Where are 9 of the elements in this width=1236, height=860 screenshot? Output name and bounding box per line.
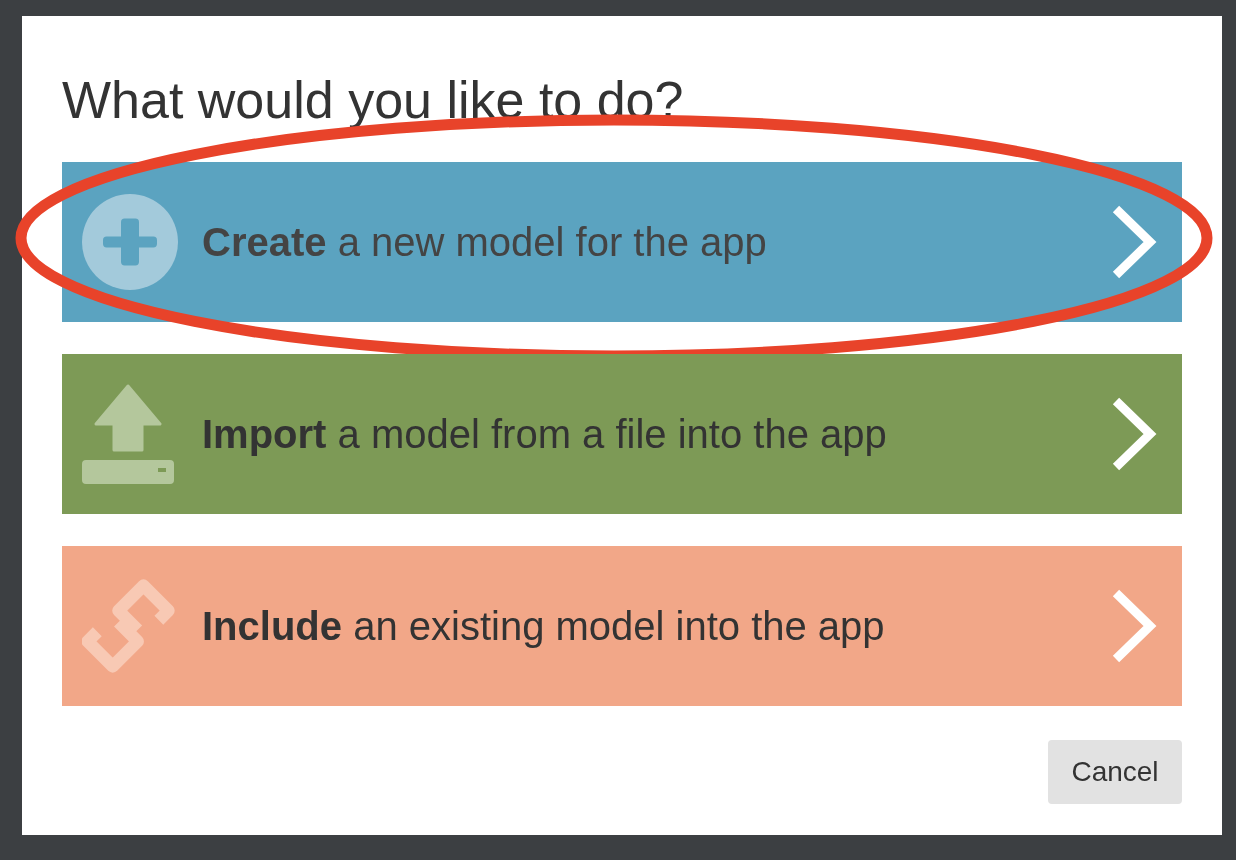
- link-icon: [82, 576, 178, 676]
- option-button[interactable]: Include an existing model into the app: [62, 546, 1182, 706]
- option-button[interactable]: Create a new model for the app: [62, 162, 1182, 322]
- chevron-right-icon: [1110, 587, 1158, 665]
- chevron-right-icon: [1110, 395, 1158, 473]
- plus-circle-icon: [82, 192, 178, 292]
- option-button[interactable]: Import a model from a file into the app: [62, 354, 1182, 514]
- chevron-right-icon: [1110, 203, 1158, 281]
- cancel-button[interactable]: Cancel: [1048, 740, 1182, 804]
